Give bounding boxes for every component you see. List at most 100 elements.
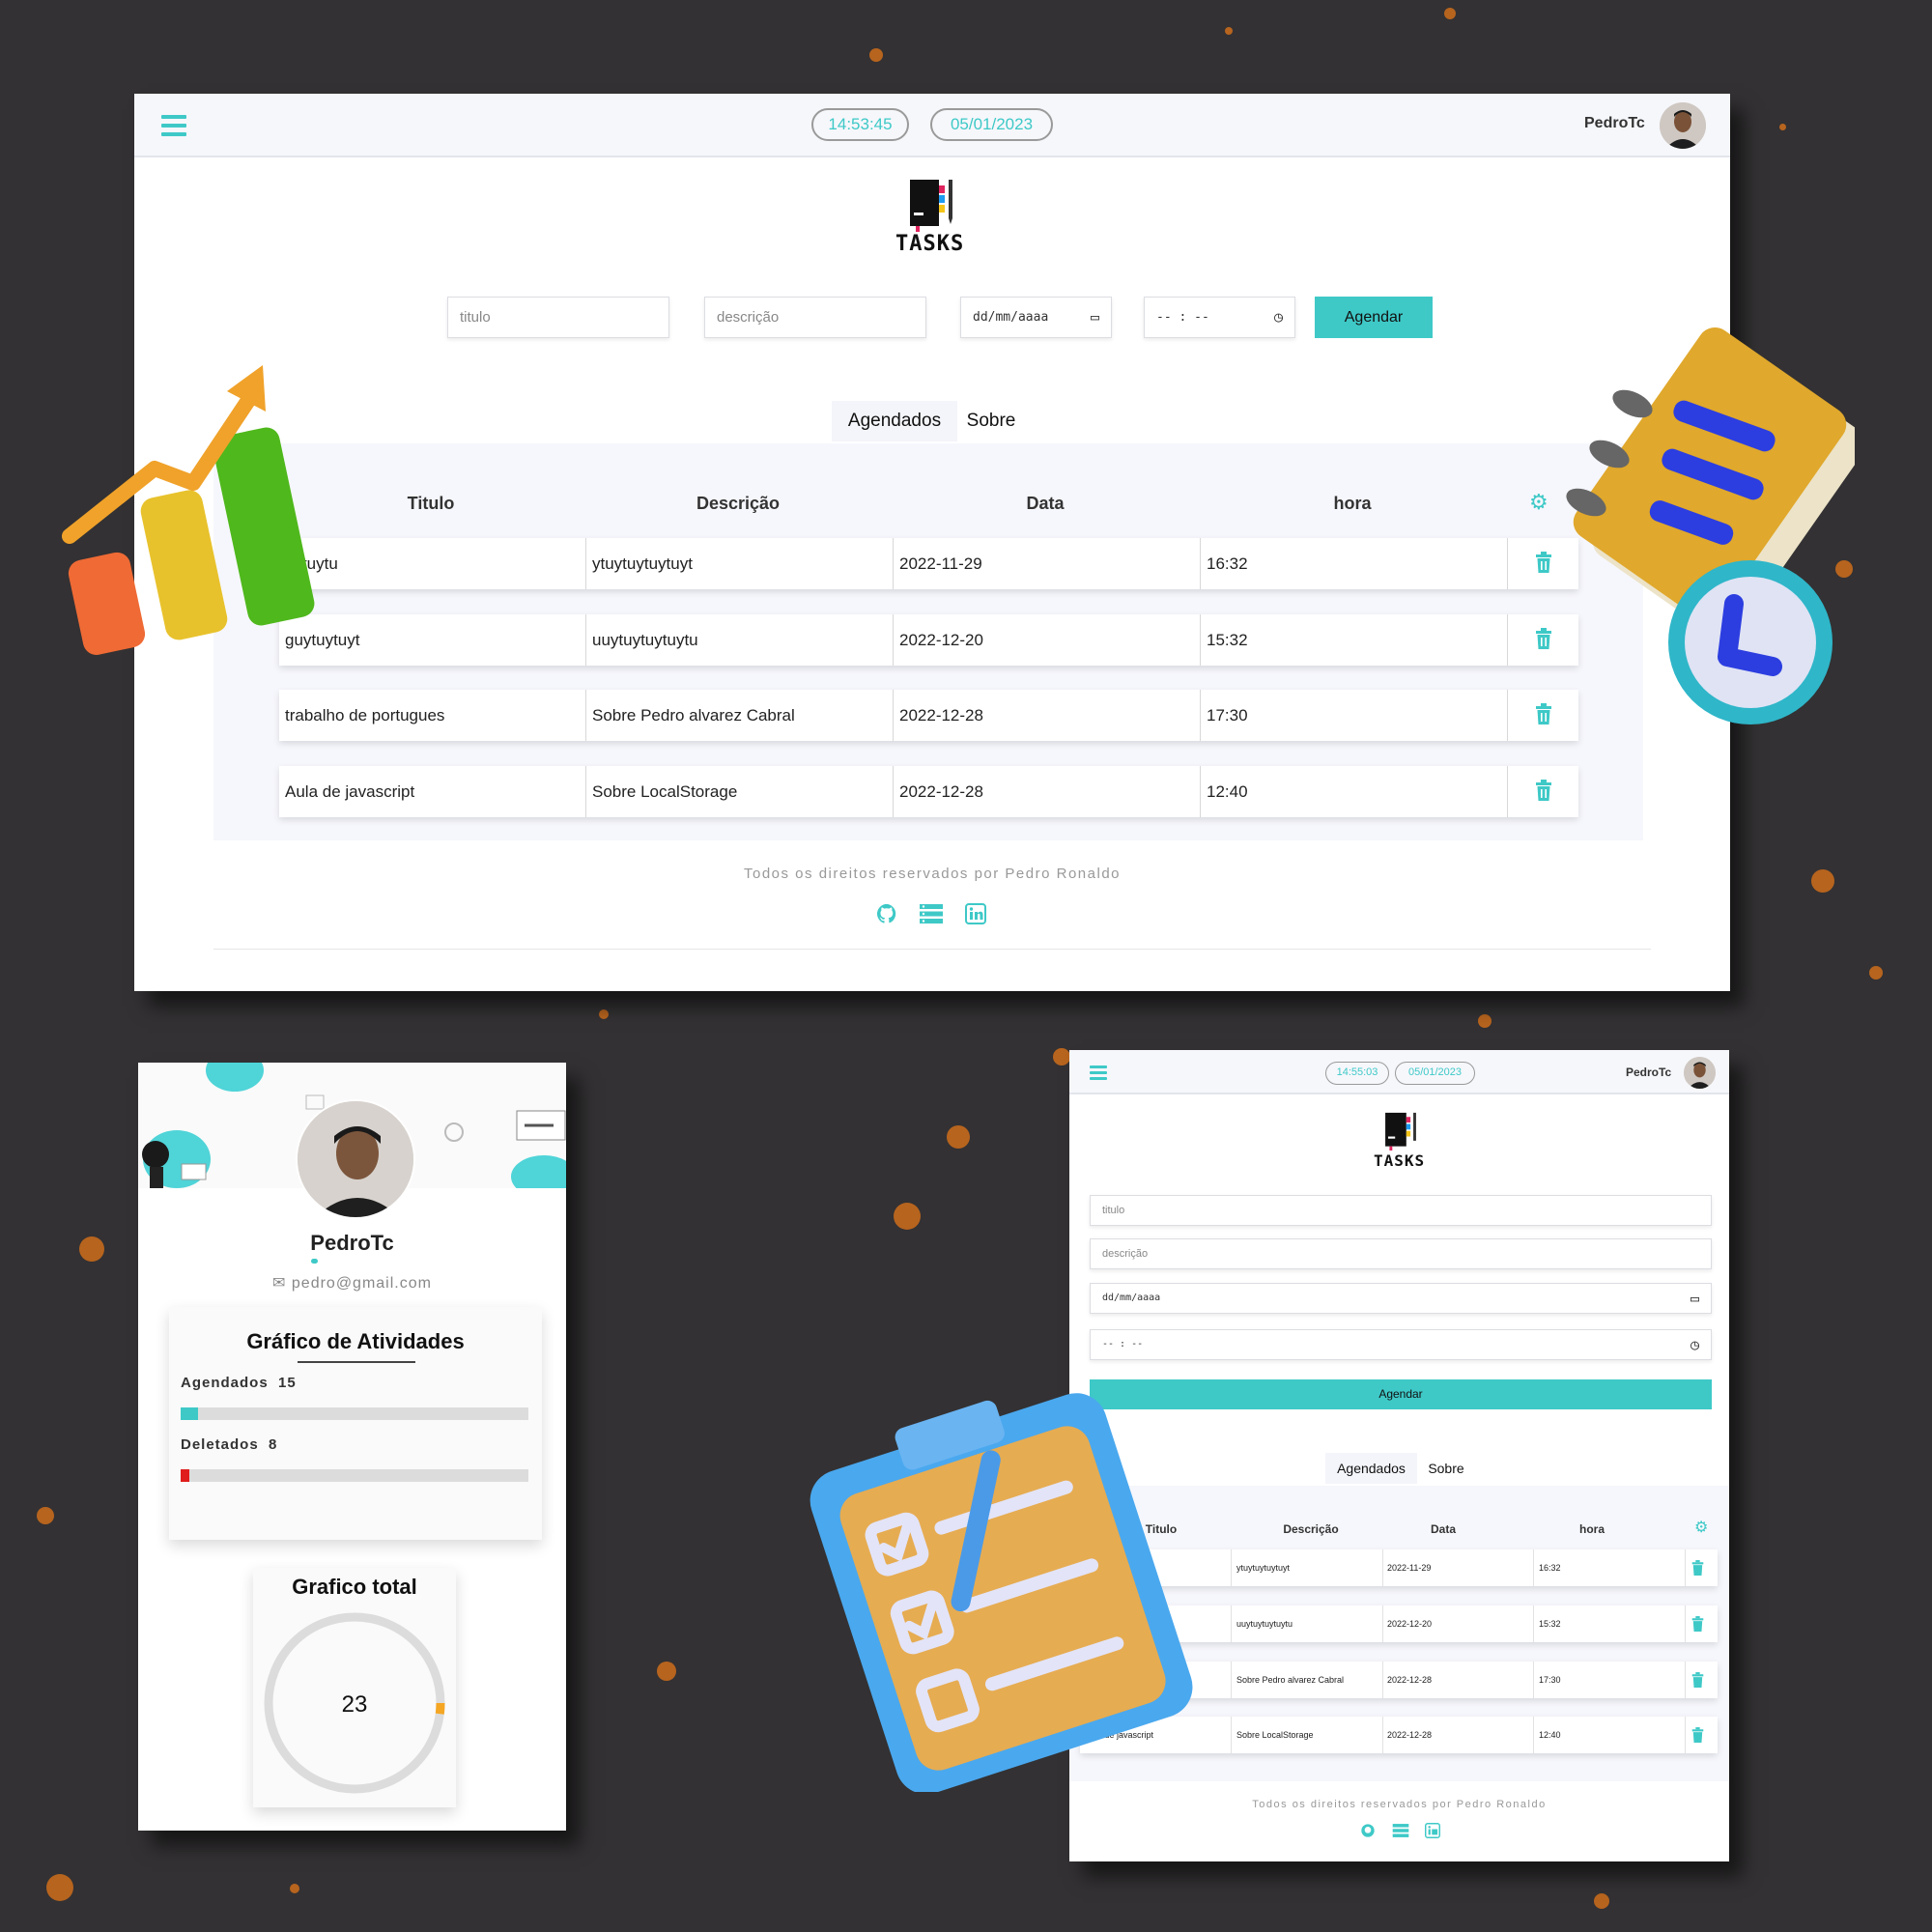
- total-card-title: Grafico total: [292, 1575, 417, 1599]
- schedule-button[interactable]: Agendar: [1315, 297, 1433, 338]
- deletados-progress-bar: [181, 1469, 528, 1482]
- stat-deletados-label: Deletados: [181, 1436, 259, 1453]
- cell-title: trabalho de portugues: [279, 690, 586, 741]
- cell-description: Sobre LocalStorage: [586, 766, 894, 817]
- mobile-title-input[interactable]: titulo: [1090, 1195, 1712, 1226]
- mobile-date-badge: 05/01/2023: [1395, 1062, 1475, 1085]
- mobile-hamburger-menu-icon[interactable]: [1090, 1065, 1107, 1080]
- date-input[interactable]: dd/mm/aaaa ▭: [960, 297, 1112, 338]
- mobile-avatar[interactable]: [1684, 1057, 1716, 1089]
- cell-date: 2022-11-29: [894, 538, 1201, 589]
- mobile-cell-date: 2022-11-29: [1382, 1549, 1534, 1586]
- title-input[interactable]: titulo: [447, 297, 669, 338]
- tasks-logo-text: TASKS: [895, 232, 965, 256]
- stat-agendados-label: Agendados: [181, 1375, 269, 1391]
- mobile-delete-trash-icon[interactable]: [1691, 1616, 1704, 1636]
- total-value: 23: [341, 1691, 368, 1718]
- column-header-description: Descrição: [696, 494, 781, 513]
- envelope-icon: ✉: [272, 1275, 292, 1292]
- profile-avatar[interactable]: [296, 1099, 415, 1219]
- tab-agendados[interactable]: Agendados: [832, 401, 957, 441]
- mobile-clock-badge: 14:55:03: [1325, 1062, 1389, 1085]
- avatar[interactable]: [1660, 102, 1706, 149]
- deletados-progress-fill: [181, 1469, 189, 1482]
- mobile-cell-time: 17:30: [1534, 1662, 1686, 1698]
- mobile-delete-trash-icon[interactable]: [1691, 1672, 1704, 1692]
- mobile-cell-date: 2022-12-28: [1382, 1662, 1534, 1698]
- tasks-logo-icon: [902, 176, 960, 232]
- stat-agendados: Agendados 15: [181, 1375, 297, 1391]
- mobile-tasks-logo-icon: [1379, 1110, 1422, 1151]
- mobile-description-input[interactable]: descrição: [1090, 1238, 1712, 1269]
- mobile-cell-time: 15:32: [1534, 1605, 1686, 1642]
- bar-chart-growth-icon: [62, 365, 315, 655]
- linkedin-icon[interactable]: [963, 903, 988, 928]
- mobile-date-placeholder: dd/mm/aaaa: [1102, 1293, 1161, 1303]
- server-icon[interactable]: [918, 903, 945, 928]
- column-header-time: hora: [1333, 494, 1372, 513]
- time-input[interactable]: -- : -- ◷: [1144, 297, 1295, 338]
- profile-photo-icon: [298, 1101, 413, 1217]
- mobile-column-header-date: Data: [1430, 1522, 1456, 1536]
- total-card: Grafico total 23: [253, 1568, 456, 1807]
- mobile-delete-trash-icon[interactable]: [1691, 1727, 1704, 1747]
- online-indicator: [311, 1259, 318, 1264]
- mobile-cell-description: Sobre Pedro alvarez Cabral: [1232, 1662, 1383, 1698]
- desktop-app-window: 14:53:45 05/01/2023 PedroTc TASKS titulo…: [134, 94, 1730, 991]
- cell-date: 2022-12-28: [894, 690, 1201, 741]
- profile-window: PedroTc ✉ pedro@gmail.com Gráfico de Ati…: [138, 1063, 566, 1831]
- footer-copyright: Todos os direitos reservados por Pedro R…: [743, 866, 1121, 882]
- mobile-clock-icon: ◷: [1690, 1336, 1699, 1353]
- mobile-footer-copyright: Todos os direitos reservados por Pedro R…: [1252, 1799, 1547, 1810]
- top-bar: 14:53:45 05/01/2023 PedroTc: [134, 94, 1730, 157]
- agendados-progress-fill: [181, 1407, 198, 1420]
- mobile-cell-description: ytuytuytuytuyt: [1232, 1549, 1383, 1586]
- mobile-server-icon[interactable]: [1391, 1823, 1410, 1840]
- github-icon[interactable]: [874, 903, 899, 928]
- mobile-date-input[interactable]: dd/mm/aaaa ▭: [1090, 1283, 1712, 1314]
- table-row[interactable]: guytuytuyt uuytuytuytuytu 2022-12-20 15:32: [279, 614, 1578, 666]
- mobile-column-header-time: hora: [1578, 1522, 1605, 1536]
- table-row[interactable]: uytuytu ytuytuytuytuyt 2022-11-29 16:32: [279, 538, 1578, 589]
- table-row[interactable]: Aula de javascript Sobre LocalStorage 2022…: [279, 766, 1578, 817]
- agendados-progress-bar: [181, 1407, 528, 1420]
- mobile-settings-gear-icon[interactable]: ⚙: [1694, 1518, 1708, 1537]
- activity-card-title: Gráfico de Atividades: [246, 1329, 465, 1353]
- table-row[interactable]: trabalho de portugues Sobre Pedro alvarez…: [279, 690, 1578, 741]
- cell-description: uuytuytuytuytu: [586, 614, 894, 666]
- cell-description: Sobre Pedro alvarez Cabral: [586, 690, 894, 741]
- mobile-column-header-description: Descrição: [1283, 1522, 1339, 1536]
- mobile-delete-trash-icon[interactable]: [1691, 1560, 1704, 1580]
- clock-badge: 14:53:45: [811, 108, 909, 141]
- hamburger-menu-icon[interactable]: [161, 115, 186, 136]
- time-placeholder: -- : --: [1156, 310, 1209, 325]
- mobile-time-input[interactable]: -- : -- ◷: [1090, 1329, 1712, 1360]
- mobile-linkedin-icon[interactable]: [1424, 1823, 1441, 1840]
- stat-deletados-value: 8: [269, 1436, 278, 1453]
- footer-divider: [213, 949, 1651, 950]
- mobile-cell-date: 2022-12-28: [1382, 1717, 1534, 1753]
- clipboard-checklist-icon: [810, 1393, 1193, 1792]
- mobile-tasks-logo-text: TASKS: [1374, 1151, 1426, 1170]
- avatar-photo-icon: [1660, 102, 1706, 149]
- column-header-title: Titulo: [407, 494, 455, 513]
- profile-name: PedroTc: [310, 1231, 394, 1255]
- mobile-github-icon[interactable]: [1359, 1823, 1377, 1840]
- calendar-icon: ▭: [1090, 308, 1099, 326]
- mobile-top-bar: 14:55:03 05/01/2023 PedroTc: [1069, 1050, 1729, 1094]
- mobile-calendar-icon: ▭: [1690, 1290, 1699, 1307]
- mobile-user-name: PedroTc: [1626, 1065, 1672, 1079]
- date-badge: 05/01/2023: [930, 108, 1053, 141]
- cell-time: 12:40: [1201, 766, 1508, 817]
- tab-sobre[interactable]: Sobre: [957, 401, 1025, 441]
- stat-deletados: Deletados 8: [181, 1436, 277, 1453]
- column-header-date: Data: [1026, 494, 1065, 513]
- activity-card: Gráfico de Atividades Agendados 15 Delet…: [169, 1307, 542, 1540]
- mobile-tab-agendados[interactable]: Agendados: [1325, 1453, 1417, 1484]
- profile-email: ✉ pedro@gmail.com: [138, 1273, 566, 1293]
- description-input[interactable]: descrição: [704, 297, 926, 338]
- mobile-tab-sobre[interactable]: Sobre: [1417, 1453, 1475, 1484]
- notebook-clock-icon: [1566, 327, 1855, 724]
- cell-time: 15:32: [1201, 614, 1508, 666]
- delete-trash-icon[interactable]: [1535, 780, 1552, 807]
